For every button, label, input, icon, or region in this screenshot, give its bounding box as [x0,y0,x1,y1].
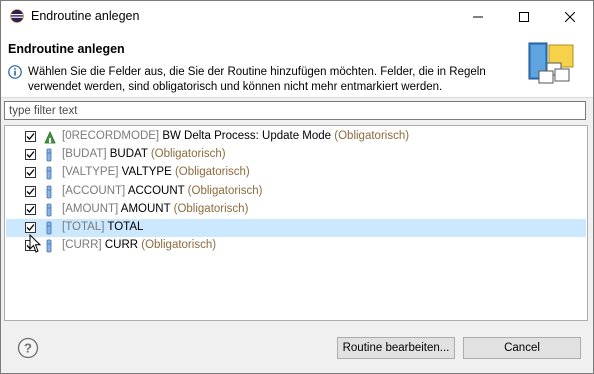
title-bar: Endroutine anlegen [1,1,593,32]
field-icon [44,166,54,180]
field-checkbox[interactable] [25,203,36,215]
list-item[interactable]: [AMOUNT] AMOUNT (Obligatorisch) [6,201,586,219]
info-icon [8,65,22,79]
wizard-banner-icon [528,42,574,84]
field-technical-name: [CURR] [62,239,102,252]
obligatory-label: (Obligatorisch) [141,239,217,252]
field-name: AMOUNT [120,202,171,215]
obligatory-label: (Obligatorisch) [174,166,250,179]
list-item[interactable]: [BUDAT] BUDAT (Obligatorisch) [6,146,586,164]
key-figure-icon [44,130,56,144]
field-checkbox[interactable] [25,167,36,179]
checkmark-icon [26,187,35,195]
list-item[interactable]: [CURR] CURR (Obligatorisch) [6,237,586,255]
field-name: CURR [104,239,139,252]
help-icon[interactable]: ? [17,337,39,359]
svg-text:?: ? [24,341,32,356]
field-technical-name: [0RECORDMODE] [62,130,160,142]
field-list: [0RECORDMODE] BW Delta Process: Update M… [4,125,588,321]
list-item[interactable]: [0RECORDMODE] BW Delta Process: Update M… [6,128,586,146]
obligatory-label: (Obligatorisch) [187,184,263,197]
checkmark-icon [26,242,35,250]
checkmark-icon [26,151,35,159]
field-name: BUDAT [109,148,148,161]
obligatory-label: (Obligatorisch) [173,202,249,215]
field-label: [TOTAL] TOTAL [62,221,143,233]
eclipse-app-icon [10,9,24,23]
minimize-button[interactable] [455,1,501,32]
page-title: Endroutine anlegen [8,42,125,56]
field-technical-name: [TOTAL] [62,221,105,233]
list-item[interactable]: [ACCOUNT] ACCOUNT (Obligatorisch) [6,183,586,201]
maximize-button[interactable] [501,1,547,32]
edit-routine-button[interactable]: Routine bearbeiten... [337,337,455,359]
field-checkbox[interactable] [25,131,36,142]
field-label: [ACCOUNT] ACCOUNT (Obligatorisch) [62,185,262,197]
minimize-icon [473,16,483,17]
field-label: [CURR] CURR (Obligatorisch) [62,239,216,251]
field-icon [44,185,54,199]
close-button[interactable] [547,1,593,32]
field-icon [44,148,54,162]
field-technical-name: [ACCOUNT] [62,184,126,197]
checkmark-icon [26,205,35,213]
field-checkbox[interactable] [25,149,36,161]
field-name: BW Delta Process: Update Mode [162,130,332,142]
list-item[interactable]: [TOTAL] TOTAL [6,219,586,237]
field-icon [44,203,54,217]
filter-input[interactable] [4,101,586,120]
field-label: [0RECORDMODE] BW Delta Process: Update M… [62,130,409,142]
field-name: ACCOUNT [127,184,185,197]
field-checkbox[interactable] [25,240,36,252]
field-technical-name: [AMOUNT] [62,202,119,215]
field-checkbox[interactable] [25,185,36,197]
field-icon [44,221,54,235]
cancel-button[interactable]: Cancel [463,337,581,359]
dialog-footer: ? Routine bearbeiten... Cancel [1,325,593,373]
field-technical-name: [VALTYPE] [62,166,119,179]
dialog-window: Endroutine anlegen Endroutine anlegen Wä… [0,0,594,374]
close-icon [565,11,575,22]
window-title: Endroutine anlegen [31,9,140,23]
field-label: [BUDAT] BUDAT (Obligatorisch) [62,148,226,160]
obligatory-label: (Obligatorisch) [150,148,226,161]
maximize-icon [519,11,529,22]
field-checkbox[interactable] [25,222,36,233]
field-name: TOTAL [107,221,144,233]
field-name: VALTYPE [121,166,172,179]
field-label: [AMOUNT] AMOUNT (Obligatorisch) [62,203,248,215]
field-icon [44,239,54,253]
list-item[interactable]: [VALTYPE] VALTYPE (Obligatorisch) [6,164,586,182]
field-label: [VALTYPE] VALTYPE (Obligatorisch) [62,166,250,178]
obligatory-label: (Obligatorisch) [334,130,410,142]
header-message: Wählen Sie die Felder aus, die Sie der R… [28,66,486,93]
checkmark-icon [26,133,35,140]
dialog-header: Endroutine anlegen Wählen Sie die Felder… [1,32,593,98]
checkmark-icon [26,224,35,231]
checkmark-icon [26,169,35,177]
field-technical-name: [BUDAT] [62,148,107,161]
